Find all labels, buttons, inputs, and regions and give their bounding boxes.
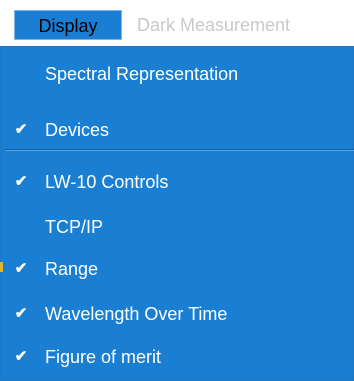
menu-item-range[interactable]: ✔ Range bbox=[0, 249, 354, 289]
check-icon: ✔ bbox=[14, 348, 28, 365]
menu-item-label: LW-10 Controls bbox=[45, 172, 169, 192]
menu-item-label: Devices bbox=[45, 120, 110, 140]
menu-item-devices[interactable]: ✔ Devices bbox=[0, 110, 354, 150]
check-icon: ✔ bbox=[14, 260, 28, 277]
menu-item-label: Range bbox=[45, 259, 99, 279]
menu-item-wavelength-over-time[interactable]: ✔ Wavelength Over Time bbox=[0, 294, 354, 334]
check-icon: ✔ bbox=[14, 173, 28, 190]
menu-item-spectral-representation[interactable]: Spectral Representation bbox=[0, 54, 354, 94]
menu-dark-measurement[interactable]: Dark Measurement bbox=[137, 10, 290, 40]
underlying-window-edge bbox=[0, 262, 3, 272]
check-icon: ✔ bbox=[14, 305, 28, 322]
menu-item-label: TCP/IP bbox=[45, 217, 104, 237]
display-dropdown-menu: Spectral Representation ✔ Devices ✔ LW-1… bbox=[0, 46, 354, 381]
check-icon: ✔ bbox=[14, 121, 28, 138]
menu-item-label: Spectral Representation bbox=[45, 64, 239, 84]
menu-item-label: Figure of merit bbox=[45, 347, 162, 367]
menu-item-lw10-controls[interactable]: ✔ LW-10 Controls bbox=[0, 162, 354, 202]
menu-item-label: Wavelength Over Time bbox=[45, 304, 228, 324]
menu-item-figure-of-merit[interactable]: ✔ Figure of merit bbox=[0, 337, 354, 377]
menu-display[interactable]: Display bbox=[14, 10, 122, 40]
menu-bar: Display Dark Measurement bbox=[0, 0, 354, 46]
menu-item-tcp-ip[interactable]: TCP/IP bbox=[0, 207, 354, 247]
